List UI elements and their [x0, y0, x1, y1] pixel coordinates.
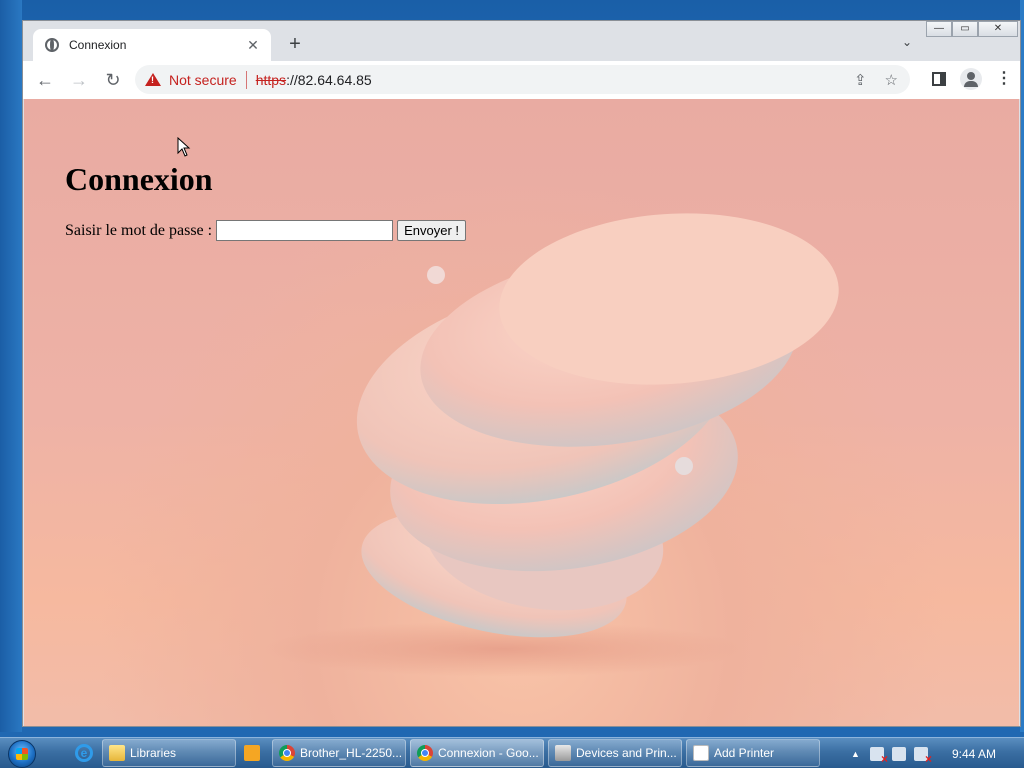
- internet-explorer-icon: e: [75, 744, 93, 762]
- side-panel-icon[interactable]: [932, 72, 946, 86]
- network-icon[interactable]: [891, 746, 906, 761]
- address-bar[interactable]: Not secure https ://82.64.64.85 ⇪ ☆: [135, 65, 910, 94]
- mouse-cursor-icon: [177, 137, 191, 157]
- minimize-button[interactable]: —: [926, 21, 952, 37]
- taskbar-item-label: Libraries: [130, 746, 177, 760]
- profile-avatar-icon[interactable]: [960, 68, 982, 90]
- printer-icon: [555, 745, 571, 761]
- desktop-background: [0, 0, 22, 732]
- tray-expand-icon[interactable]: ▲: [851, 749, 860, 759]
- tab-strip: Connexion ✕ + ⌄ — ▭ ✕: [23, 21, 1020, 61]
- taskbar: e Libraries Brother_HL-2250... Connexion…: [0, 737, 1024, 768]
- windows-logo-icon: [8, 739, 36, 768]
- login-form: Saisir le mot de passe : Envoyer !: [65, 220, 467, 241]
- address-separator: [245, 70, 247, 89]
- tab-connexion[interactable]: Connexion ✕: [33, 29, 271, 61]
- page-title: Connexion: [65, 161, 213, 197]
- password-label: Saisir le mot de passe :: [65, 221, 213, 239]
- warning-icon[interactable]: [145, 73, 161, 86]
- back-button[interactable]: ←: [33, 68, 57, 92]
- url-scheme: https: [255, 71, 287, 88]
- toolbar-right: ⋮: [932, 68, 1012, 90]
- reload-button[interactable]: ↻: [101, 68, 125, 92]
- folder-icon: [109, 745, 125, 761]
- share-icon[interactable]: ⇪: [854, 71, 867, 89]
- taskbar-item-label: Add Printer: [714, 746, 775, 760]
- window-controls: — ▭ ✕: [926, 21, 1018, 37]
- taskbar-item-label: Brother_HL-2250...: [300, 746, 403, 760]
- chrome-icon: [417, 745, 433, 761]
- action-center-flag-icon[interactable]: [869, 746, 888, 766]
- password-input[interactable]: [216, 220, 394, 241]
- quick-launch-ie[interactable]: e: [70, 740, 98, 766]
- volume-icon[interactable]: [913, 746, 932, 766]
- tab-title: Connexion: [69, 38, 127, 52]
- browser-toolbar: ← → ↻ Not secure https ://82.64.64.85 ⇪ …: [23, 61, 1020, 99]
- bookmark-star-icon[interactable]: ☆: [885, 71, 898, 89]
- clock[interactable]: 9:44 AM: [952, 747, 996, 761]
- taskbar-item-label: Connexion - Goo...: [438, 746, 539, 760]
- forward-button[interactable]: →: [67, 68, 91, 92]
- not-secure-label[interactable]: Not secure: [169, 72, 237, 88]
- taskbar-item-connexion[interactable]: Connexion - Goo...: [410, 739, 544, 767]
- browser-window: Connexion ✕ + ⌄ — ▭ ✕ ← → ↻ Not secure h…: [22, 20, 1021, 727]
- taskbar-item-libraries[interactable]: Libraries: [102, 739, 236, 767]
- taskbar-item-add-printer[interactable]: Add Printer: [686, 739, 820, 767]
- chrome-icon: [279, 745, 295, 761]
- quick-launch-media[interactable]: [240, 740, 268, 766]
- new-tab-button[interactable]: +: [285, 34, 305, 54]
- close-window-button[interactable]: ✕: [978, 21, 1018, 37]
- document-icon: [693, 745, 709, 761]
- page-viewport: Connexion Saisir le mot de passe : Envoy…: [24, 99, 1019, 726]
- tab-close-icon[interactable]: ✕: [245, 37, 261, 54]
- system-tray: ▲ 9:44 AM: [851, 738, 1024, 768]
- maximize-button[interactable]: ▭: [952, 21, 978, 37]
- tab-search-chevron-icon[interactable]: ⌄: [902, 35, 912, 49]
- globe-icon: [45, 38, 59, 52]
- taskbar-item-brother[interactable]: Brother_HL-2250...: [272, 739, 406, 767]
- menu-dots-icon[interactable]: ⋮: [996, 71, 1012, 87]
- url-host: ://82.64.64.85: [286, 71, 372, 88]
- address-bar-actions: ⇪ ☆: [854, 71, 898, 89]
- taskbar-item-label: Devices and Prin...: [576, 746, 677, 760]
- submit-button[interactable]: Envoyer !: [397, 220, 467, 241]
- taskbar-item-devices-printers[interactable]: Devices and Prin...: [548, 739, 682, 767]
- start-button[interactable]: [0, 738, 38, 768]
- media-player-icon: [243, 745, 260, 761]
